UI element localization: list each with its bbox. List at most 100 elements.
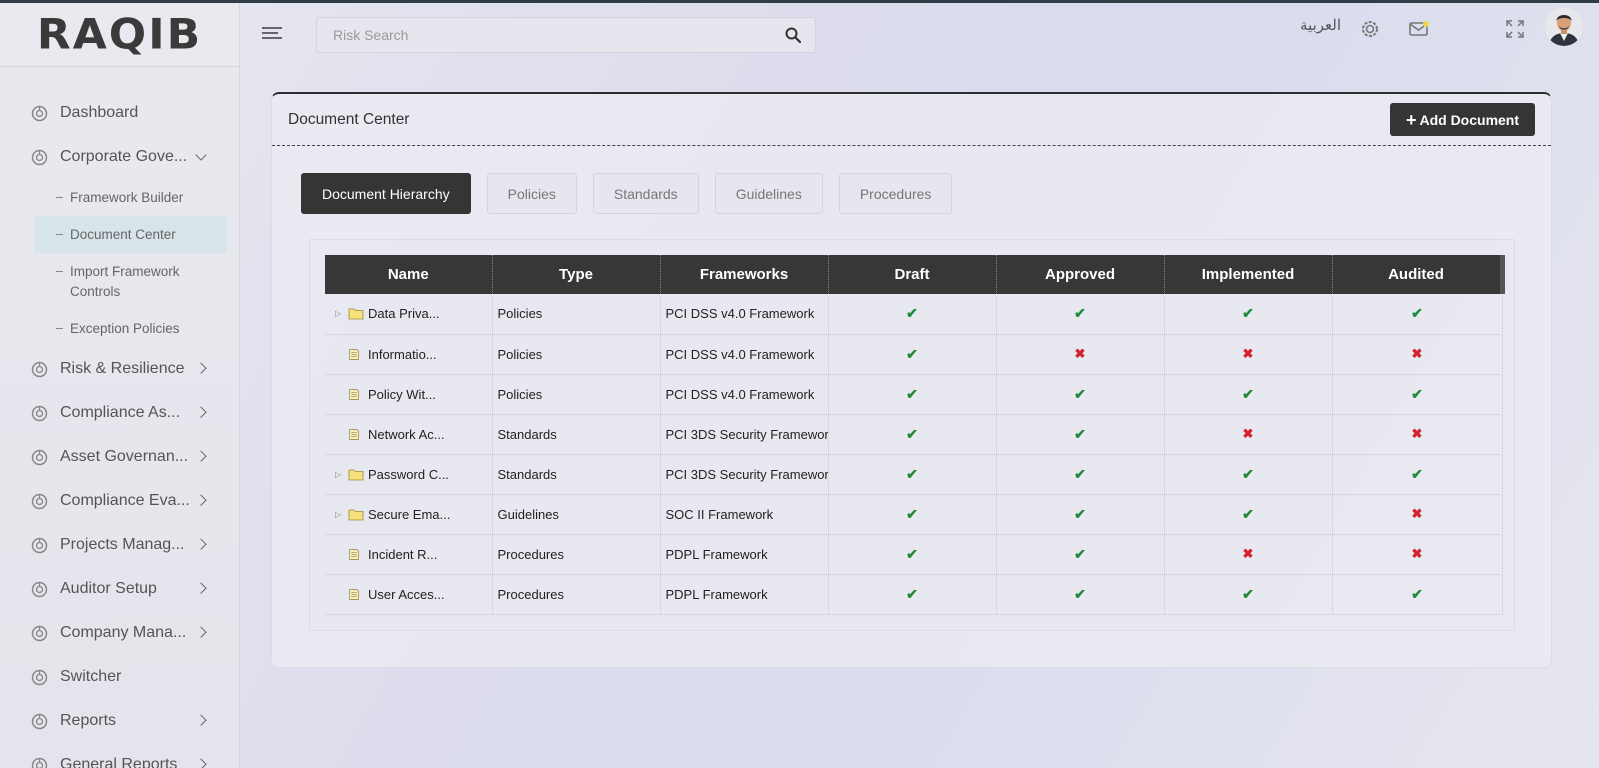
type-cell: Standards [492, 414, 661, 455]
table-row[interactable]: ▷ Secure Ema... Guidelines SOC II Framework… [325, 494, 1503, 535]
tab-document-hierarchy[interactable]: Document Hierarchy [301, 173, 471, 214]
sidebar-item-asset-governan[interactable]: Asset Governan... [0, 435, 239, 479]
expand-arrow-icon[interactable]: ▷ [335, 309, 345, 318]
column-header-name[interactable]: Name [325, 255, 493, 294]
folder-icon [348, 508, 364, 521]
table-row[interactable]: Incident R... Procedures PDPL Framework ✔ ✔ ✖… [325, 534, 1503, 575]
check-icon: ✔ [906, 465, 918, 482]
type-cell: Policies [492, 334, 661, 375]
check-icon: ✔ [906, 425, 918, 442]
fullscreen-icon[interactable] [1504, 18, 1526, 40]
sidebar-item-reports[interactable]: Reports [0, 699, 239, 743]
approved-cell: ✔ [996, 294, 1165, 335]
column-header-audited[interactable]: Audited [1332, 255, 1505, 294]
tab-guidelines[interactable]: Guidelines [714, 173, 823, 214]
name-cell: Informatio... [325, 334, 493, 375]
table-row[interactable]: ▷ Data Priva... Policies PCI DSS v4.0 Frame… [325, 294, 1503, 335]
document-table: Name Type Frameworks Draft Approved Implement… [325, 255, 1505, 615]
table-row[interactable]: Policy Wit... Policies PCI DSS v4.0 Framew… [325, 374, 1503, 415]
draft-cell: ✔ [828, 494, 997, 535]
document-name: Password C... [368, 466, 449, 482]
check-icon: ✔ [1074, 385, 1086, 402]
implemented-cell: ✔ [1164, 294, 1333, 335]
expand-arrow-icon[interactable]: ▷ [335, 470, 345, 479]
mail-icon[interactable] [1408, 18, 1430, 40]
draft-cell: ✔ [828, 294, 997, 335]
sidebar-subitem-document-center[interactable]: Document Center [35, 216, 227, 253]
menu-icon[interactable] [262, 27, 282, 42]
name-cell-content: Policy Wit... [335, 386, 491, 402]
table-row[interactable]: Informatio... Policies PCI DSS v4.0 Framew… [325, 334, 1503, 375]
tab-standards[interactable]: Standards [592, 173, 699, 214]
document-name: Policy Wit... [368, 386, 436, 402]
audited-cell: ✖ [1332, 494, 1503, 535]
name-cell: ▷ Data Priva... [325, 294, 493, 335]
check-icon: ✔ [1074, 545, 1086, 562]
document-icon [348, 548, 364, 561]
sidebar-subitem-label: Document Center [70, 227, 176, 242]
language-switch[interactable]: العربية [1300, 16, 1341, 34]
framework-cell: PCI DSS v4.0 Framework [660, 334, 829, 375]
name-cell: Network Ac... [325, 414, 493, 455]
expand-arrow-icon[interactable]: ▷ [335, 510, 345, 519]
sidebar-subitem-framework-builder[interactable]: Framework Builder [0, 179, 239, 216]
sidebar-subitem-exception-policies[interactable]: Exception Policies [0, 310, 239, 347]
name-cell: ▷ Secure Ema... [325, 494, 493, 535]
sidebar-item-risk-resilience[interactable]: Risk & Resilience [0, 347, 239, 391]
chevron-right-icon [195, 758, 207, 768]
dash-marker [56, 197, 63, 198]
table-row[interactable]: Network Ac... Standards PCI 3DS Security F… [325, 414, 1503, 455]
sidebar-item-auditor-setup[interactable]: Auditor Setup [0, 567, 239, 611]
column-header-draft[interactable]: Draft [828, 255, 997, 294]
folder-icon [348, 307, 364, 320]
name-cell-content: ▷ Data Priva... [335, 306, 491, 321]
avatar[interactable] [1545, 8, 1583, 46]
table-row[interactable]: ▷ Password C... Standards PCI 3DS Security … [325, 454, 1503, 495]
sidebar-item-projects-manag[interactable]: Projects Manag... [0, 523, 239, 567]
framework-cell: PCI DSS v4.0 Framework [660, 294, 829, 335]
tab-policies[interactable]: Policies [486, 173, 577, 214]
document-name: User Acces... [368, 586, 445, 602]
cross-icon: ✖ [1242, 346, 1254, 361]
risk-icon [30, 360, 49, 379]
column-header-type[interactable]: Type [492, 255, 661, 294]
framework-cell: PCI DSS v4.0 Framework [660, 374, 829, 415]
sidebar-item-corporate-gove[interactable]: Corporate Gove... [0, 135, 239, 179]
approved-cell: ✔ [996, 454, 1165, 495]
column-header-approved[interactable]: Approved [996, 255, 1165, 294]
sidebar-item-dashboard[interactable]: Dashboard [0, 91, 239, 135]
sidebar-item-label: Reports [60, 712, 117, 729]
sidebar-item-compliance-as[interactable]: Compliance As... [0, 391, 239, 435]
sidebar-subitem-import-framework-controls[interactable]: Import Framework Controls [0, 253, 239, 310]
projects-icon [30, 536, 49, 555]
name-cell-content: Incident R... [335, 547, 491, 562]
sidebar-item-company-mana[interactable]: Company Mana... [0, 611, 239, 655]
type-cell: Procedures [492, 574, 661, 615]
tab-bar: Document Hierarchy Policies Standards Guide… [301, 173, 968, 214]
sidebar-item-switcher[interactable]: Switcher [0, 655, 239, 699]
audited-cell: ✔ [1332, 294, 1503, 335]
search-icon[interactable] [785, 27, 801, 43]
draft-cell: ✔ [828, 454, 997, 495]
draft-cell: ✔ [828, 534, 997, 575]
column-header-frameworks[interactable]: Frameworks [660, 255, 829, 294]
check-icon: ✔ [906, 585, 918, 602]
implemented-cell: ✔ [1164, 574, 1333, 615]
implemented-cell: ✔ [1164, 454, 1333, 495]
sidebar-subitem-label: Framework Builder [70, 190, 184, 205]
logo-area[interactable]: RAQIB [0, 3, 239, 67]
table-row[interactable]: User Acces... Procedures PDPL Framework ✔ ✔ ✔… [325, 574, 1503, 615]
auditor-icon [30, 580, 49, 599]
search-input[interactable] [317, 18, 757, 52]
sidebar-item-label: Projects Manag... [60, 536, 185, 553]
audited-cell: ✖ [1332, 334, 1503, 375]
column-header-implemented[interactable]: Implemented [1164, 255, 1333, 294]
logo: RAQIB [36, 10, 203, 59]
add-document-button[interactable]: + Add Document [1390, 103, 1535, 136]
sidebar-item-compliance-eva[interactable]: Compliance Eva... [0, 479, 239, 523]
cross-icon: ✖ [1411, 546, 1423, 561]
document-name: Informatio... [368, 346, 437, 362]
sidebar-item-general-reports[interactable]: General Reports [0, 743, 239, 768]
tab-procedures[interactable]: Procedures [838, 173, 953, 214]
gear-icon[interactable] [1359, 18, 1381, 40]
